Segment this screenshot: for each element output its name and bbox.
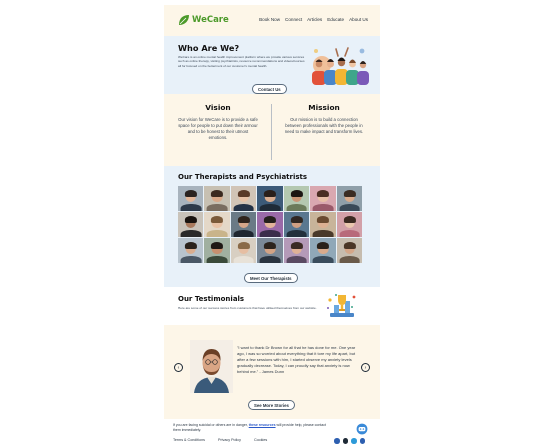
therapist-photo[interactable] (230, 211, 257, 237)
vision-title: Vision (205, 103, 231, 112)
brand-name: WeCare (192, 15, 229, 25)
therapist-photo[interactable] (336, 237, 363, 263)
testimonial-quote: "I want to thank Dr Brown for all that h… (237, 345, 356, 375)
vision-mission-section: Vision Our vision for WeCare is to provi… (164, 94, 380, 166)
testimonials-section: Our Testimonials Here are some of our su… (164, 287, 380, 325)
crisis-note-text: If you are facing suicidal or others are… (173, 423, 249, 427)
about-title: Who Are We? (178, 43, 240, 53)
nav-educate[interactable]: Educate (327, 17, 344, 22)
therapist-photo[interactable] (178, 211, 204, 237)
therapist-photo[interactable] (310, 237, 336, 263)
people-illustration (312, 47, 369, 85)
vision-block: Vision Our vision for WeCare is to provi… (178, 103, 258, 141)
therapist-photo[interactable] (178, 186, 204, 211)
facebook-icon[interactable] (334, 438, 340, 444)
testimonials-title: Our Testimonials (178, 295, 245, 303)
therapist-photo[interactable] (336, 211, 363, 237)
about-text: WeCare is an online mental health improv… (178, 55, 305, 68)
leaf-icon (179, 15, 189, 25)
contact-us-button[interactable]: Contact Us (252, 84, 287, 94)
see-more-stories-button[interactable]: See More Stories (248, 400, 295, 410)
therapist-photo[interactable] (310, 186, 336, 211)
nav-articles[interactable]: Articles (307, 17, 322, 22)
therapist-grid (178, 186, 364, 263)
carousel-prev-button[interactable]: ‹ (174, 363, 183, 372)
nav-book-now[interactable]: Book Now (259, 17, 280, 22)
linkedin-icon[interactable] (359, 438, 365, 444)
carousel-next-button[interactable]: › (361, 363, 370, 372)
therapists-section: Our Therapists and Psychiatrists Meet Ou… (164, 166, 380, 287)
mission-title: Mission (308, 103, 340, 112)
therapist-photo[interactable] (204, 211, 230, 237)
divider (271, 104, 272, 160)
therapist-photo[interactable] (336, 186, 363, 211)
twitter-icon[interactable] (351, 438, 357, 444)
therapist-photo[interactable] (283, 186, 310, 211)
therapist-photo[interactable] (257, 237, 283, 263)
therapist-photo[interactable] (230, 237, 257, 263)
footer-link-cookies[interactable]: Cookies (254, 438, 267, 442)
therapist-photo[interactable] (230, 186, 257, 211)
about-section: Who Are We? WeCare is an online mental h… (164, 36, 380, 94)
therapist-photo[interactable] (204, 186, 230, 211)
site-footer: If you are facing suicidal or others are… (164, 419, 380, 445)
therapist-photo[interactable] (257, 211, 283, 237)
chat-bot-icon[interactable] (355, 423, 369, 435)
therapists-title: Our Therapists and Psychiatrists (178, 173, 308, 181)
testimonial-carousel: ‹ "I want to thank Dr Brown for all that… (164, 325, 380, 419)
vision-text: Our vision for WeCare is to provide a sa… (178, 117, 258, 141)
nav-about-us[interactable]: About Us (349, 17, 368, 22)
footer-link-terms[interactable]: Terms & Conditions (173, 438, 205, 442)
page: WeCare Book Now Connect Articles Educate… (164, 5, 380, 445)
testimonial-portrait (190, 340, 233, 393)
mission-block: Mission Our mission is to build a connec… (284, 103, 364, 135)
therapist-photo[interactable] (204, 237, 230, 263)
therapist-photo[interactable] (283, 237, 310, 263)
therapist-photo[interactable] (257, 186, 283, 211)
main-nav: Book Now Connect Articles Educate About … (259, 17, 368, 22)
social-links (334, 438, 365, 444)
therapist-photo[interactable] (310, 211, 336, 237)
therapist-photo[interactable] (178, 237, 204, 263)
testimonials-text: Here are some of our success stories fro… (178, 306, 317, 310)
nav-connect[interactable]: Connect (285, 17, 302, 22)
footer-link-privacy[interactable]: Privacy Policy (218, 438, 241, 442)
instagram-icon[interactable] (342, 438, 348, 444)
crisis-resources-link[interactable]: these resources (249, 423, 276, 427)
meet-therapists-button[interactable]: Meet Our Therapists (244, 273, 298, 283)
crisis-note: If you are facing suicidal or others are… (173, 423, 333, 433)
trophy-illustration (327, 294, 356, 317)
mission-text: Our mission is to build a connection bet… (284, 117, 364, 135)
therapist-photo[interactable] (283, 211, 310, 237)
site-header: WeCare Book Now Connect Articles Educate… (164, 5, 380, 36)
logo[interactable]: WeCare (178, 13, 229, 27)
footer-links: Terms & Conditions Privacy Policy Cookie… (173, 438, 267, 442)
